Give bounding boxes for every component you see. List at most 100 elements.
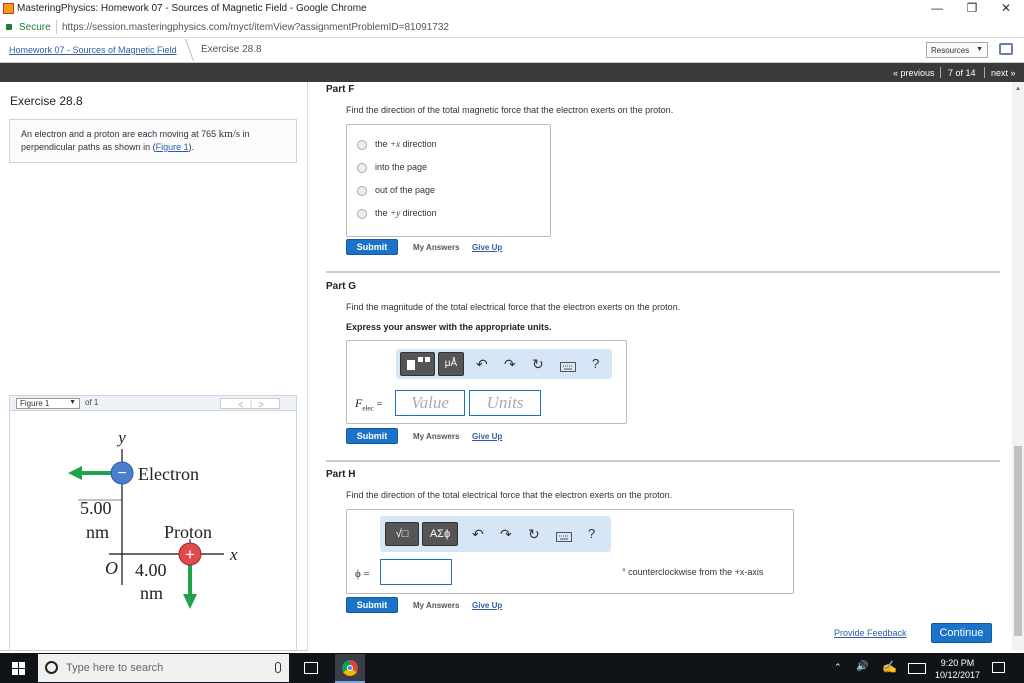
electron-sign: − [117, 465, 126, 482]
course-nav: Homework 07 - Sources of Magnetic Field … [0, 38, 1024, 63]
angle-input[interactable] [380, 559, 452, 585]
window-title: MasteringPhysics: Homework 07 - Sources … [17, 3, 367, 14]
option-text: out of the page [375, 185, 436, 195]
clock-time: 9:20 PM [940, 658, 975, 668]
url-text[interactable]: https://session.masteringphysics.com/myc… [62, 22, 449, 33]
page-scrollbar[interactable]: ▲ [1012, 82, 1024, 651]
sqrt-button[interactable]: √□ [385, 522, 419, 546]
angle-unit-text: ° counterclockwise from the +x-axis [622, 567, 764, 577]
option-text: the [375, 139, 391, 149]
address-bar[interactable]: Secure https://session.masteringphysics.… [0, 18, 1024, 38]
template-button[interactable] [400, 352, 435, 376]
keyboard-icon[interactable] [556, 529, 572, 545]
option-into-page[interactable]: into the page [357, 162, 427, 173]
scrollbar-thumb[interactable] [1014, 446, 1022, 636]
help-icon[interactable]: ? [588, 526, 595, 541]
provide-feedback-link[interactable]: Provide Feedback [834, 628, 907, 638]
proton-sign: + [185, 545, 195, 564]
part-g-my-answers[interactable]: My Answers [413, 432, 459, 441]
template-icon [407, 357, 430, 370]
figure-select[interactable]: Figure 1 ▼ [16, 398, 80, 409]
part-g-give-up[interactable]: Give Up [472, 432, 502, 441]
volume-icon[interactable]: 🔊 [856, 661, 868, 672]
proton-label: Proton [164, 522, 212, 542]
restore-button[interactable]: ❐ [962, 1, 982, 15]
redo-icon[interactable]: ↷ [504, 356, 516, 373]
undo-icon[interactable]: ↶ [472, 526, 484, 543]
scroll-up-icon[interactable]: ▲ [1015, 86, 1021, 92]
option-plus-x[interactable]: the +x direction [357, 139, 437, 150]
part-h-math-toolbar: √□ ΑΣϕ ↶ ↷ ↻ ? [380, 516, 611, 552]
windows-taskbar: Type here to search ⌃ 🔊 ✍ 9:20 PM 10/12/… [0, 653, 1024, 683]
radio-button[interactable] [357, 208, 367, 219]
units-button[interactable]: μÅ [438, 352, 464, 376]
part-h-my-answers[interactable]: My Answers [413, 601, 459, 610]
minimize-button[interactable]: — [927, 1, 947, 15]
part-g-submit-button[interactable]: Submit [346, 428, 398, 444]
redo-icon[interactable]: ↷ [500, 526, 512, 543]
option-text: into the page [375, 162, 428, 172]
part-g-instruction: Express your answer with the appropriate… [346, 322, 552, 332]
part-g-title: Part G [326, 281, 357, 292]
task-view-icon[interactable] [304, 662, 318, 674]
figure-toolbar: Figure 1 ▼ of 1 [9, 395, 297, 411]
reset-icon[interactable]: ↻ [528, 526, 540, 543]
taskbar-clock[interactable]: 9:20 PM 10/12/2017 [935, 657, 980, 681]
figure-of-count: of 1 [85, 398, 99, 407]
equals-sign: = [376, 399, 383, 410]
keyboard-icon[interactable] [560, 359, 576, 375]
part-g-answer-area: μÅ ↶ ↷ ↻ ? Felec = Value Units [346, 340, 627, 424]
windows-start-icon[interactable] [12, 662, 25, 675]
electron-arrowhead-icon [68, 466, 82, 480]
electron-label: Electron [138, 464, 199, 484]
exercise-title: Exercise 28.8 [10, 94, 83, 108]
chrome-taskbar-button[interactable] [335, 654, 365, 683]
option-math: +y [390, 208, 401, 218]
radio-button[interactable] [357, 139, 367, 150]
cortana-icon [45, 661, 58, 674]
microphone-icon[interactable] [275, 662, 281, 673]
notifications-icon[interactable] [992, 662, 1005, 673]
problem-panel: Exercise 28.8 An electron and a proton a… [0, 82, 307, 651]
problem-text: An electron and a proton are each moving… [21, 129, 217, 139]
print-icon[interactable] [999, 43, 1013, 55]
pen-icon[interactable]: ✍ [882, 660, 897, 674]
part-f-give-up[interactable]: Give Up [472, 243, 502, 252]
search-placeholder: Type here to search [66, 662, 164, 674]
radio-button[interactable] [357, 185, 367, 196]
option-text: the [375, 208, 391, 218]
part-h-submit-button[interactable]: Submit [346, 597, 398, 613]
tray-chevron-up-icon[interactable]: ⌃ [834, 662, 842, 673]
reset-icon[interactable]: ↻ [532, 356, 544, 373]
previous-link[interactable]: « previous [893, 68, 935, 78]
figure-diagram: − + y x Electron Proton 5.00 nm O 4.00 n… [68, 428, 238, 609]
help-icon[interactable]: ? [592, 356, 599, 371]
distance-y-value: 5.00 [80, 498, 112, 518]
breadcrumb-homework[interactable]: Homework 07 - Sources of Magnetic Field [9, 45, 177, 55]
units-input[interactable]: Units [469, 390, 541, 416]
problem-text: ). [188, 142, 195, 152]
breadcrumb-exercise: Exercise 28.8 [201, 44, 262, 55]
radio-button[interactable] [357, 162, 367, 173]
figure-nav-arrows[interactable] [220, 398, 280, 409]
figure-link[interactable]: Figure 1 [156, 142, 189, 152]
continue-button[interactable]: Continue [931, 623, 992, 643]
part-h-answer-area: √□ ΑΣϕ ↶ ↷ ↻ ? ϕ = ° counterclockwise fr… [346, 509, 794, 594]
greek-button[interactable]: ΑΣϕ [422, 522, 458, 546]
touch-keyboard-icon[interactable] [908, 663, 926, 674]
part-h-give-up[interactable]: Give Up [472, 601, 502, 610]
origin-label: O [105, 558, 118, 578]
problem-text: perpendicular paths as shown in ( [21, 142, 156, 152]
chevron-down-icon: ▼ [976, 46, 983, 53]
part-f-my-answers[interactable]: My Answers [413, 243, 459, 252]
resources-dropdown[interactable]: Resources ▼ [926, 42, 988, 58]
close-button[interactable]: ✕ [996, 1, 1016, 15]
option-plus-y[interactable]: the +y direction [357, 208, 437, 219]
next-link[interactable]: next » [991, 68, 1016, 78]
value-input[interactable]: Value [395, 390, 465, 416]
part-f-submit-button[interactable]: Submit [346, 239, 398, 255]
resources-label: Resources [931, 46, 970, 55]
taskbar-search-box[interactable]: Type here to search [38, 654, 289, 682]
option-out-of-page[interactable]: out of the page [357, 185, 435, 196]
undo-icon[interactable]: ↶ [476, 356, 488, 373]
